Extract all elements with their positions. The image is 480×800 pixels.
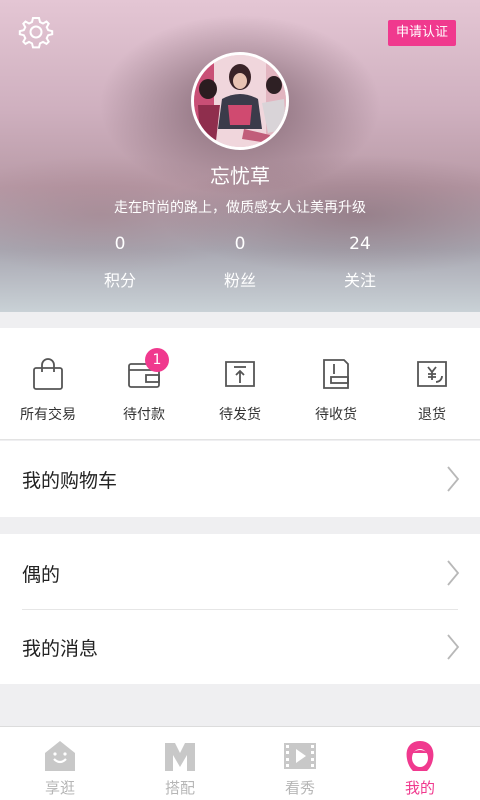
tab-browse[interactable]: 享逛 — [0, 727, 120, 800]
avatar-image — [194, 55, 286, 147]
receive-icon — [323, 359, 349, 389]
tab-show-label: 看秀 — [284, 779, 315, 797]
stat-points-label: 积分 — [103, 271, 136, 290]
divider — [22, 609, 458, 610]
order-pending-shipment-label: 待发货 — [219, 407, 261, 423]
profile-header: 申请认证 忘忧草 走在时尚的路上，做质感女人让美再升级 0 积分 0 粉丝 24… — [0, 0, 480, 312]
refund-icon — [417, 361, 447, 387]
ship-icon — [225, 361, 255, 387]
m-icon — [165, 743, 195, 771]
profile-icon — [406, 741, 434, 771]
menu-item-messages-label[interactable]: 我的消息 — [22, 634, 98, 661]
order-pending-shipment[interactable]: 待发货 — [192, 328, 288, 440]
bag-icon — [33, 358, 63, 390]
order-refund[interactable]: 退货 — [384, 328, 480, 440]
tab-match[interactable]: 搭配 — [120, 727, 240, 800]
order-all-transactions[interactable]: 所有交易 — [0, 328, 96, 440]
order-refund-label: 退货 — [418, 407, 446, 423]
stat-following-value: 24 — [349, 234, 371, 254]
menu-item-cart[interactable]: 我的购物车 — [0, 441, 480, 517]
chevron-right-icon — [447, 466, 460, 492]
film-icon — [284, 743, 316, 769]
apply-certification-button[interactable]: 申请认证 — [387, 20, 456, 46]
user-motto: 走在时尚的路上，做质感女人让美再升级 — [114, 200, 366, 216]
tab-show[interactable]: 看秀 — [240, 727, 360, 800]
order-all-label: 所有交易 — [20, 407, 76, 423]
gear-icon[interactable] — [18, 14, 54, 50]
stat-following-label: 关注 — [343, 271, 376, 290]
tab-mine[interactable]: 我的 — [360, 727, 480, 800]
order-pending-receipt[interactable]: 待收货 — [288, 328, 384, 440]
bottom-tab-bar: 享逛 搭配 看秀 我的 — [0, 726, 480, 800]
avatar[interactable] — [191, 52, 289, 150]
house-icon — [45, 741, 75, 771]
tab-match-label: 搭配 — [164, 779, 195, 797]
username: 忘忧草 — [210, 164, 270, 188]
order-pending-receipt-label: 待收货 — [315, 407, 357, 423]
menu-group: 偶的 我的消息 — [0, 534, 480, 684]
stat-points-value: 0 — [114, 234, 126, 254]
order-pending-payment[interactable]: 1 待付款 — [96, 328, 192, 440]
order-shortcuts: 所有交易 1 待付款 待发货 待收货 退货 — [0, 328, 480, 440]
tab-browse-label: 享逛 — [44, 779, 75, 797]
menu-item-idol-label[interactable]: 偶的 — [22, 560, 60, 587]
menu-item-cart-label: 我的购物车 — [22, 470, 118, 492]
chevron-right-icon — [447, 560, 460, 586]
chevron-right-icon — [447, 634, 460, 660]
tab-mine-label: 我的 — [404, 779, 435, 797]
stat-fans-value: 0 — [234, 234, 246, 254]
pending-payment-badge: 1 — [145, 348, 169, 372]
order-pending-payment-label: 待付款 — [123, 407, 165, 423]
stat-fans-label: 粉丝 — [223, 271, 256, 290]
